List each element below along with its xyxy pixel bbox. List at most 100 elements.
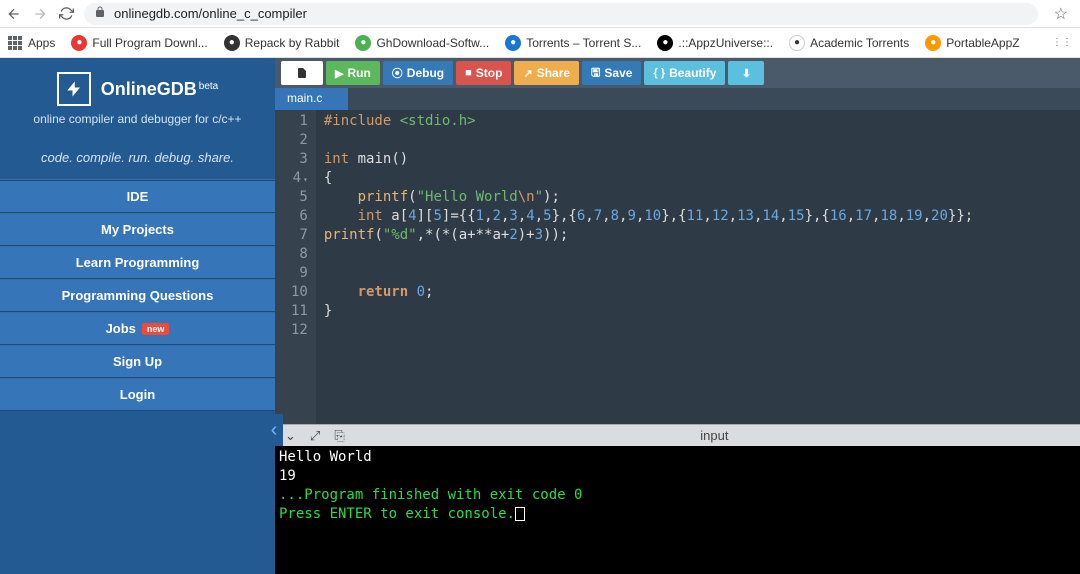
chevron-down-icon[interactable]: ⌄: [285, 428, 296, 444]
code-line: #include <stdio.h>: [324, 112, 973, 131]
save-icon: 🖫: [591, 64, 600, 83]
line-number: 9: [291, 264, 308, 283]
line-number: 1: [291, 112, 308, 131]
apps-grid-icon: [8, 36, 22, 50]
console-line: Hello World: [279, 448, 1076, 467]
bookmark-label: Repack by Rabbit: [245, 36, 340, 50]
debug-button[interactable]: ⦿Debug: [383, 61, 453, 85]
bookmark-item[interactable]: ● Torrents – Torrent S...: [505, 35, 641, 51]
toolbar: ▶Run ⦿Debug ■Stop ↗Share 🖫Save { }Beauti…: [275, 58, 1080, 88]
bookmarks-bar: Apps ●Full Program Downl...●Repack by Ra…: [0, 28, 1080, 58]
url-text: onlinegdb.com/online_c_compiler: [114, 6, 307, 21]
new-file-button[interactable]: [281, 61, 323, 85]
sidebar-item-label: Sign Up: [113, 354, 162, 369]
tab-main-c[interactable]: main.c: [275, 88, 348, 110]
bookmark-item[interactable]: ●Full Program Downl...: [71, 35, 207, 51]
bookmark-item[interactable]: ● Academic Torrents: [789, 35, 909, 51]
sidebar-item-label: My Projects: [101, 222, 174, 237]
save-button[interactable]: 🖫Save: [582, 61, 641, 85]
bookmark-favicon: ●: [71, 35, 87, 51]
logo-title: OnlineGDB: [101, 79, 197, 99]
overflow-icon[interactable]: ⋮⋮: [1052, 37, 1072, 48]
bookmark-star-icon[interactable]: ☆: [1048, 4, 1074, 24]
sidebar-item-label: Programming Questions: [62, 288, 214, 303]
back-button[interactable]: [6, 6, 22, 22]
sidebar: OnlineGDBbeta online compiler and debugg…: [0, 58, 275, 574]
download-button[interactable]: ⬇: [728, 61, 764, 85]
code-line: {: [324, 169, 973, 188]
bookmark-favicon: ●: [657, 35, 673, 51]
sidebar-item[interactable]: IDE: [0, 180, 275, 213]
sidebar-item-label: Login: [120, 387, 155, 402]
code-line: }: [324, 302, 973, 321]
sidebar-item[interactable]: Sign Up: [0, 345, 275, 378]
code-line: [324, 321, 973, 340]
new-badge: new: [142, 323, 170, 335]
console-line: 19: [279, 467, 1076, 486]
line-number: 3: [291, 150, 308, 169]
bookmark-label: .::AppzUniverse::.: [678, 36, 773, 50]
code-line: printf("Hello World\n");: [324, 188, 973, 207]
sidebar-item-label: Learn Programming: [76, 255, 200, 270]
bookmark-item[interactable]: ● PortableAppZ: [925, 35, 1019, 51]
line-number: 2: [291, 131, 308, 150]
line-number: 6: [291, 207, 308, 226]
code-line: [324, 131, 973, 150]
address-bar[interactable]: onlinegdb.com/online_c_compiler: [84, 3, 1038, 25]
bookmark-label: PortableAppZ: [946, 36, 1019, 50]
run-button[interactable]: ▶Run: [326, 61, 380, 85]
stop-button[interactable]: ■Stop: [456, 61, 511, 85]
beautify-button[interactable]: { }Beautify: [644, 61, 725, 85]
code-line: int a[4][5]={{1,2,3,4,5},{6,7,8,9,10},{1…: [324, 207, 973, 226]
apps-button[interactable]: Apps: [8, 36, 55, 50]
console-toolbar: ⌄ ⤢ ⎘ input: [275, 424, 1080, 446]
code-editor[interactable]: 123456789101112 #include <stdio.h> int m…: [275, 110, 1080, 424]
sidebar-item[interactable]: Programming Questions: [0, 279, 275, 312]
sidebar-item-label: IDE: [127, 189, 149, 204]
bookmark-favicon: ●: [925, 35, 941, 51]
share-icon: ↗: [523, 67, 532, 80]
code-line: [324, 264, 973, 283]
code-line: [324, 245, 973, 264]
bookmark-item[interactable]: ● .::AppzUniverse::.: [657, 35, 773, 51]
bookmark-label: Torrents – Torrent S...: [526, 36, 641, 50]
line-number: 4: [291, 169, 308, 188]
lock-icon: [94, 6, 106, 21]
bookmark-item[interactable]: ● Repack by Rabbit: [224, 35, 340, 51]
play-icon: ▶: [335, 67, 343, 80]
copy-icon[interactable]: ⎘: [334, 428, 344, 444]
stop-icon: ■: [465, 67, 472, 79]
reload-button[interactable]: [58, 6, 74, 22]
console-line: Press ENTER to exit console.: [279, 505, 1076, 524]
sidebar-collapse-handle[interactable]: ‹: [265, 414, 283, 446]
forward-button[interactable]: [32, 6, 48, 22]
gutter: 123456789101112: [275, 110, 316, 424]
logo-area: OnlineGDBbeta online compiler and debugg…: [0, 58, 275, 134]
expand-icon[interactable]: ⤢: [310, 428, 320, 444]
sidebar-item[interactable]: My Projects: [0, 213, 275, 246]
sidebar-item[interactable]: Learn Programming: [0, 246, 275, 279]
line-number: 8: [291, 245, 308, 264]
code-line: printf("%d",*(*(a+**a+2)+3));: [324, 226, 973, 245]
line-number: 10: [291, 283, 308, 302]
main-area: ▶Run ⦿Debug ■Stop ↗Share 🖫Save { }Beauti…: [275, 58, 1080, 574]
code-area[interactable]: #include <stdio.h> int main(){ printf("H…: [316, 110, 981, 424]
sidebar-item[interactable]: Jobsnew: [0, 312, 275, 345]
share-button[interactable]: ↗Share: [514, 61, 579, 85]
bookmark-label: Academic Torrents: [810, 36, 909, 50]
cursor: [515, 507, 525, 521]
code-line: int main(): [324, 150, 973, 169]
line-number: 7: [291, 226, 308, 245]
bookmark-favicon: ●: [789, 35, 805, 51]
sidebar-item[interactable]: Login: [0, 378, 275, 411]
bookmark-favicon: ●: [505, 35, 521, 51]
bookmark-favicon: ●: [224, 35, 240, 51]
download-icon: ⬇: [742, 67, 751, 80]
braces-icon: { }: [653, 67, 665, 79]
line-number: 12: [291, 321, 308, 340]
bug-icon: ⦿: [392, 65, 403, 81]
console-output[interactable]: Hello World19...Program finished with ex…: [275, 446, 1080, 574]
bookmark-item[interactable]: ●GhDownload-Softw...: [355, 35, 489, 51]
console-line: ...Program finished with exit code 0: [279, 486, 1076, 505]
sidebar-item-label: Jobs: [106, 321, 136, 336]
